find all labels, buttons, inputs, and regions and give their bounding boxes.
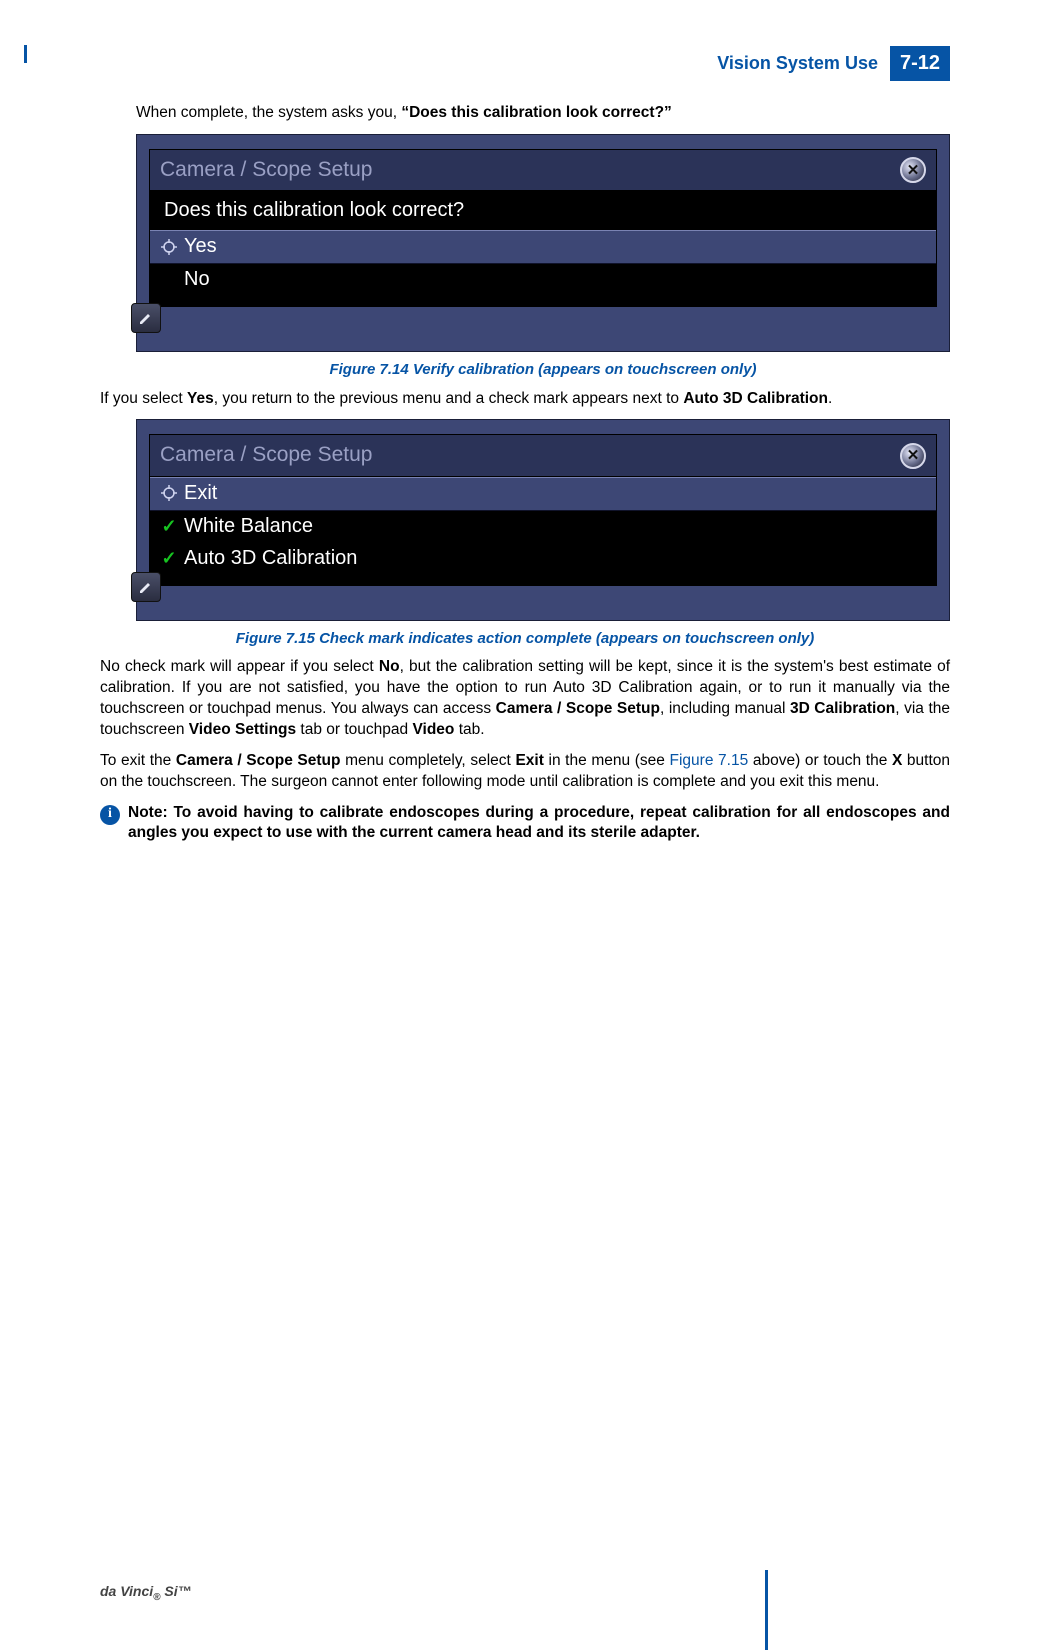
- paragraph-no: No check mark will appear if you select …: [100, 657, 950, 741]
- figure-7-15: Camera / Scope Setup ✕ Exit ✓ White Bala…: [100, 419, 950, 620]
- option-wb-label: White Balance: [184, 513, 313, 540]
- figure-7-15-link[interactable]: Figure 7.15: [670, 752, 749, 769]
- panel-body: Does this calibration look correct? Yes …: [149, 190, 937, 307]
- option-white-balance[interactable]: ✓ White Balance: [150, 511, 936, 543]
- t-bold-auto3d: Auto 3D Calibration: [683, 390, 828, 407]
- pn-e: , including manual: [660, 700, 790, 717]
- footer-name: da Vinci: [100, 1583, 153, 1599]
- note-text: Note: To avoid having to calibrate endos…: [128, 803, 950, 845]
- pe-d: Exit: [515, 752, 543, 769]
- option-no[interactable]: No: [150, 264, 936, 296]
- pn-a: No check mark will appear if you select: [100, 658, 379, 675]
- option-no-label: No: [184, 266, 210, 293]
- panel-titlebar-2: Camera / Scope Setup ✕: [149, 434, 937, 475]
- check-icon: ✓: [160, 514, 178, 538]
- section-title: Vision System Use: [717, 51, 878, 75]
- footer-suffix: Si™: [161, 1583, 192, 1599]
- intro-bold: “Does this calibration look correct?”: [401, 104, 671, 121]
- note-block: i Note: To avoid having to calibrate end…: [100, 803, 950, 845]
- t-bold-yes: Yes: [187, 390, 214, 407]
- option-exit[interactable]: Exit: [150, 477, 936, 511]
- paragraph-exit: To exit the Camera / Scope Setup menu co…: [100, 751, 950, 793]
- pn-i: tab or touchpad: [296, 721, 412, 738]
- info-icon: i: [100, 805, 120, 825]
- target-icon-2: [160, 484, 178, 502]
- figure-7-14: Camera / Scope Setup ✕ Does this calibra…: [100, 134, 950, 352]
- panel-body-2: Exit ✓ White Balance ✓ Auto 3D Calibrati…: [149, 476, 937, 586]
- intro-plain: When complete, the system asks you,: [136, 104, 401, 121]
- page-number-badge: 7-12: [890, 46, 950, 81]
- pe-c: menu completely, select: [340, 752, 515, 769]
- camera-scope-panel-complete: Camera / Scope Setup ✕ Exit ✓ White Bala…: [136, 419, 950, 620]
- camera-scope-panel-verify: Camera / Scope Setup ✕ Does this calibra…: [136, 134, 950, 352]
- pe-a: To exit the: [100, 752, 176, 769]
- footer-reg: ®: [153, 1592, 160, 1603]
- option-exit-label: Exit: [184, 480, 217, 507]
- target-icon: [160, 238, 178, 256]
- t2: , you return to the previous menu and a …: [214, 390, 684, 407]
- pn-h: Video Settings: [189, 721, 296, 738]
- paragraph-yes: If you select Yes, you return to the pre…: [100, 389, 950, 410]
- top-left-rule: [24, 45, 27, 63]
- pn-k: tab.: [454, 721, 484, 738]
- panel-title-2: Camera / Scope Setup: [160, 441, 372, 469]
- intro-paragraph: When complete, the system asks you, “Doe…: [100, 103, 950, 124]
- pe-f: above) or touch the: [748, 752, 892, 769]
- edit-icon-2: [131, 572, 161, 602]
- panel-title: Camera / Scope Setup: [160, 156, 372, 184]
- figure-7-14-caption: Figure 7.14 Verify calibration (appears …: [100, 360, 950, 380]
- t3: .: [828, 390, 832, 407]
- footer-product: da Vinci® Si™: [100, 1582, 192, 1604]
- option-yes[interactable]: Yes: [150, 230, 936, 264]
- t: If you select: [100, 390, 187, 407]
- pn-d: Camera / Scope Setup: [496, 700, 660, 717]
- pn-b: No: [379, 658, 400, 675]
- edit-icon: [131, 303, 161, 333]
- panel-titlebar: Camera / Scope Setup ✕: [149, 149, 937, 190]
- option-yes-label: Yes: [184, 233, 217, 260]
- check-icon-2: ✓: [160, 546, 178, 570]
- pe-e: in the menu (see: [544, 752, 670, 769]
- pe-b: Camera / Scope Setup: [176, 752, 341, 769]
- close-icon[interactable]: ✕: [900, 157, 926, 183]
- bottom-right-rule: [765, 1570, 768, 1650]
- pn-f: 3D Calibration: [790, 700, 895, 717]
- calibration-prompt: Does this calibration look correct?: [150, 191, 936, 230]
- option-auto-3d-calibration[interactable]: ✓ Auto 3D Calibration: [150, 543, 936, 575]
- figure-7-15-caption: Figure 7.15 Check mark indicates action …: [100, 629, 950, 649]
- page-header: Vision System Use 7-12: [100, 46, 950, 81]
- close-icon-2[interactable]: ✕: [900, 443, 926, 469]
- option-a3d-label: Auto 3D Calibration: [184, 545, 357, 572]
- pn-j: Video: [412, 721, 454, 738]
- pe-g: X: [892, 752, 902, 769]
